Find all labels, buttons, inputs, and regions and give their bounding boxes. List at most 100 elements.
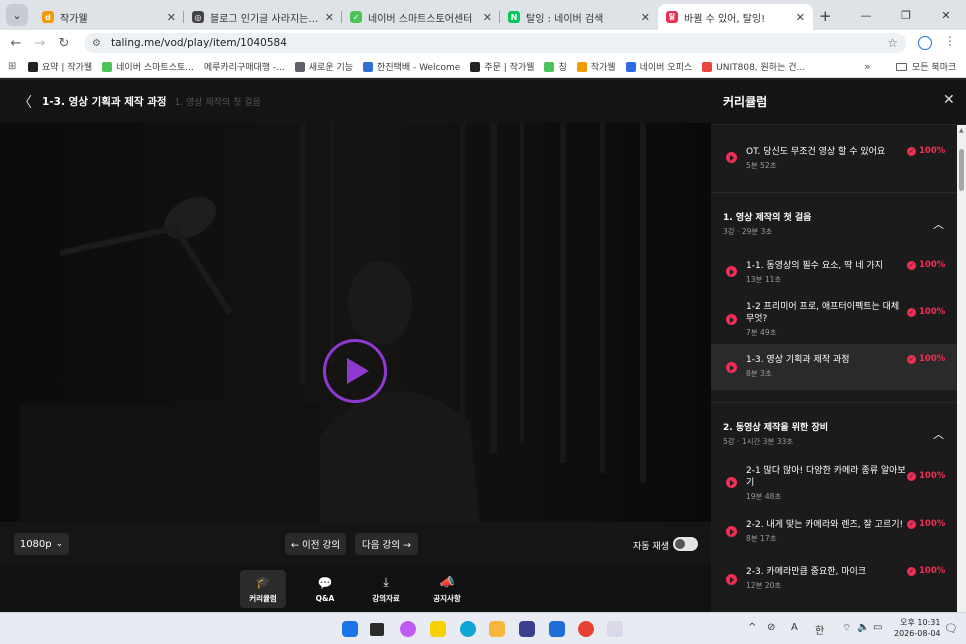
quality-select[interactable]: 1080p ⌄ bbox=[14, 533, 69, 555]
reload-icon[interactable]: ↻ bbox=[52, 36, 76, 51]
bookmark-favicon-icon bbox=[625, 61, 636, 72]
lesson-item-current[interactable]: 1-3. 영상 기획과 제작 과정 8분 3초 ✓ 100% bbox=[711, 344, 957, 390]
chevron-up-icon[interactable]: ︿ bbox=[933, 426, 944, 442]
network-off-icon[interactable]: ⊘ bbox=[767, 622, 775, 633]
task-view-icon[interactable] bbox=[370, 623, 384, 636]
lesson-title: 2-1 많다 많아! 다양한 카메라 종류 알아보기 bbox=[746, 466, 906, 488]
bookmark-star-icon[interactable]: ☆ bbox=[887, 36, 898, 50]
lesson-duration: 8분 17초 bbox=[746, 534, 777, 543]
bookmark-item[interactable]: 요약 | 작가웰 bbox=[28, 60, 92, 73]
all-bookmarks-button[interactable]: 모든 북마크 bbox=[896, 60, 956, 73]
new-tab-button[interactable]: + bbox=[819, 7, 832, 25]
app-icon[interactable] bbox=[549, 621, 565, 637]
snipping-tool-icon[interactable] bbox=[607, 621, 623, 637]
close-window-icon[interactable]: ✕ bbox=[926, 9, 966, 22]
bookmark-item[interactable]: 한진택배 - Welcome bbox=[363, 60, 460, 73]
back-arrow-icon[interactable]: ← bbox=[4, 36, 28, 51]
restore-icon[interactable]: ❐ bbox=[886, 9, 926, 22]
lesson-title: 1-1. 동영상의 필수 요소, 딱 네 가지 bbox=[746, 261, 883, 271]
wifi-icon[interactable]: ⌔ bbox=[842, 622, 851, 635]
notification-icon[interactable]: 🗨 bbox=[944, 622, 958, 635]
file-explorer-icon[interactable] bbox=[489, 621, 505, 637]
site-settings-icon[interactable]: ⚙ bbox=[92, 38, 101, 49]
bookmark-label: 네이버 오피스 bbox=[639, 63, 693, 73]
browser-tab[interactable]: d 작가웰 ✕ bbox=[34, 4, 184, 30]
bookmark-item[interactable]: 네이버 오피스 bbox=[625, 60, 693, 73]
kakaotalk-icon[interactable] bbox=[430, 621, 446, 637]
close-icon[interactable]: ✕ bbox=[167, 11, 176, 24]
close-icon[interactable]: ✕ bbox=[641, 11, 650, 24]
chevron-up-icon[interactable]: ︿ bbox=[933, 216, 944, 232]
chrome-icon[interactable] bbox=[578, 621, 594, 637]
section-header[interactable]: 1. 영상 제작의 첫 걸음 3강 · 29분 3초 ︿ bbox=[711, 192, 957, 244]
tab-qna[interactable]: 💬 Q&A bbox=[302, 570, 348, 608]
clock[interactable]: 오후 10:31 2026-08-04 bbox=[894, 617, 941, 639]
browser-tab-active[interactable]: 탈 바뀔 수 있어, 탈잉! ✕ bbox=[658, 4, 813, 30]
edge-icon[interactable] bbox=[460, 621, 476, 637]
apps-grid-icon[interactable]: ⊞ bbox=[8, 61, 20, 72]
bookmark-label: 메루카리구매대행 -... bbox=[203, 63, 285, 73]
bookmark-favicon-icon bbox=[28, 61, 38, 72]
panel-scrollbar[interactable]: ▲ bbox=[957, 125, 966, 612]
scroll-up-icon[interactable]: ▲ bbox=[959, 127, 964, 134]
lesson-title: OT. 당신도 무조건 영상 할 수 있어요 bbox=[746, 147, 886, 157]
tab-search-button[interactable]: ⌄ bbox=[6, 4, 28, 26]
lesson-item[interactable]: 1-1. 동영상의 필수 요소, 딱 네 가지 13분 11초 ✓ 100% bbox=[711, 252, 957, 292]
chevron-down-icon: ⌄ bbox=[55, 539, 64, 549]
ime-mode[interactable]: A bbox=[791, 622, 798, 633]
bookmark-item[interactable]: 주문 | 작가웰 bbox=[470, 60, 534, 73]
more-bookmarks-icon[interactable]: » bbox=[864, 60, 871, 73]
chevron-up-icon[interactable]: ^ bbox=[748, 622, 756, 633]
close-icon[interactable]: ✕ bbox=[325, 11, 334, 24]
check-circle-icon: ✓ bbox=[907, 519, 916, 529]
close-icon[interactable]: ✕ bbox=[796, 11, 805, 24]
play-button[interactable] bbox=[323, 339, 387, 403]
scrollbar-thumb[interactable] bbox=[959, 149, 964, 191]
close-icon[interactable]: ✕ bbox=[943, 92, 955, 108]
tab-materials[interactable]: ⤓ 강의자료 bbox=[363, 570, 409, 608]
bookmark-item[interactable]: 작가웰 bbox=[576, 60, 616, 73]
tab-curriculum[interactable]: 🎓 커리큘럼 bbox=[240, 570, 286, 608]
bookmark-item[interactable]: 네이버 스마트스토... bbox=[102, 60, 194, 73]
tab-label: 공지사항 bbox=[433, 593, 461, 603]
url-bar[interactable]: ⚙ taling.me/vod/play/item/1040584 ☆ bbox=[84, 33, 906, 53]
lesson-item[interactable]: 2-2. 내게 맞는 카메라와 렌즈, 잘 고르기! 8분 17초 ✓ 100% bbox=[711, 510, 957, 552]
browser-tab[interactable]: ✓ 네이버 스마트스토어센터 ✕ bbox=[342, 4, 500, 30]
next-lecture-button[interactable]: 다음 강의 → bbox=[355, 533, 418, 555]
windows-start-icon[interactable] bbox=[342, 621, 358, 637]
prev-lecture-button[interactable]: ← 이전 강의 bbox=[285, 533, 346, 555]
bookmark-favicon-icon bbox=[363, 61, 374, 72]
browser-tab[interactable]: ◎ 블로그 인기글 사라지는 이유 ✕ bbox=[184, 4, 342, 30]
profile-icon[interactable] bbox=[918, 36, 932, 50]
favicon-icon: ✓ bbox=[350, 11, 362, 23]
section-header[interactable]: 2. 동영상 제작을 위한 장비 5강 · 1시간 3분 33초 ︿ bbox=[711, 402, 957, 454]
bookmark-label: UNIT808, 원하는 건... bbox=[716, 63, 806, 73]
lesson-item[interactable]: 1-2 프리미어 프로, 애프터이펙트는 대체 무엇? 7분 49초 ✓ 100% bbox=[711, 294, 957, 344]
browser-tab[interactable]: N 탈잉 : 네이버 검색 ✕ bbox=[500, 4, 658, 30]
bookmark-item[interactable]: 칭 bbox=[544, 60, 567, 73]
player-header: 〈 1-3. 영상 기획과 제작 과정 1. 영상 제작의 첫 걸음 bbox=[0, 80, 711, 123]
lesson-item[interactable]: 2-3. 카메라만큼 중요한, 마이크 12분 20초 ✓ 100% bbox=[711, 558, 957, 600]
copilot-icon[interactable] bbox=[400, 621, 416, 637]
bookmark-item[interactable]: 메루카리구매대행 -... bbox=[204, 60, 285, 73]
ime-lang[interactable]: 한 bbox=[815, 622, 824, 637]
curriculum-title: 커리큘럼 bbox=[723, 95, 768, 109]
lesson-item[interactable]: OT. 당신도 무조건 영상 할 수 있어요 5분 52초 ✓ 100% bbox=[711, 138, 957, 190]
volume-icon[interactable]: 🔈 bbox=[857, 622, 869, 633]
minimize-icon[interactable]: — bbox=[846, 9, 886, 22]
lesson-item[interactable]: 2-1 많다 많아! 다양한 카메라 종류 알아보기 19분 48초 ✓ 100% bbox=[711, 458, 957, 508]
app-icon[interactable] bbox=[519, 621, 535, 637]
bookmark-item[interactable]: 새로운 기능 bbox=[294, 60, 353, 73]
forward-arrow-icon[interactable]: → bbox=[28, 36, 52, 51]
tab-notice[interactable]: 📣 공지사항 bbox=[424, 570, 470, 608]
autoplay-toggle[interactable] bbox=[673, 537, 698, 551]
video-area[interactable] bbox=[0, 123, 711, 522]
check-circle-icon: ✓ bbox=[907, 260, 916, 270]
progress-value: 100% bbox=[919, 260, 946, 270]
back-chevron-icon[interactable]: 〈 bbox=[18, 92, 32, 112]
close-icon[interactable]: ✕ bbox=[483, 11, 492, 24]
battery-icon[interactable]: ▭ bbox=[873, 622, 882, 633]
windows-taskbar: ^ ⊘ A 한 ⌔ 🔈 ▭ 오후 10:31 2026-08-04 🗨 bbox=[0, 612, 966, 644]
bookmark-item[interactable]: UNIT808, 원하는 건... bbox=[702, 60, 805, 73]
more-menu-icon[interactable]: ⋮ bbox=[944, 34, 956, 48]
